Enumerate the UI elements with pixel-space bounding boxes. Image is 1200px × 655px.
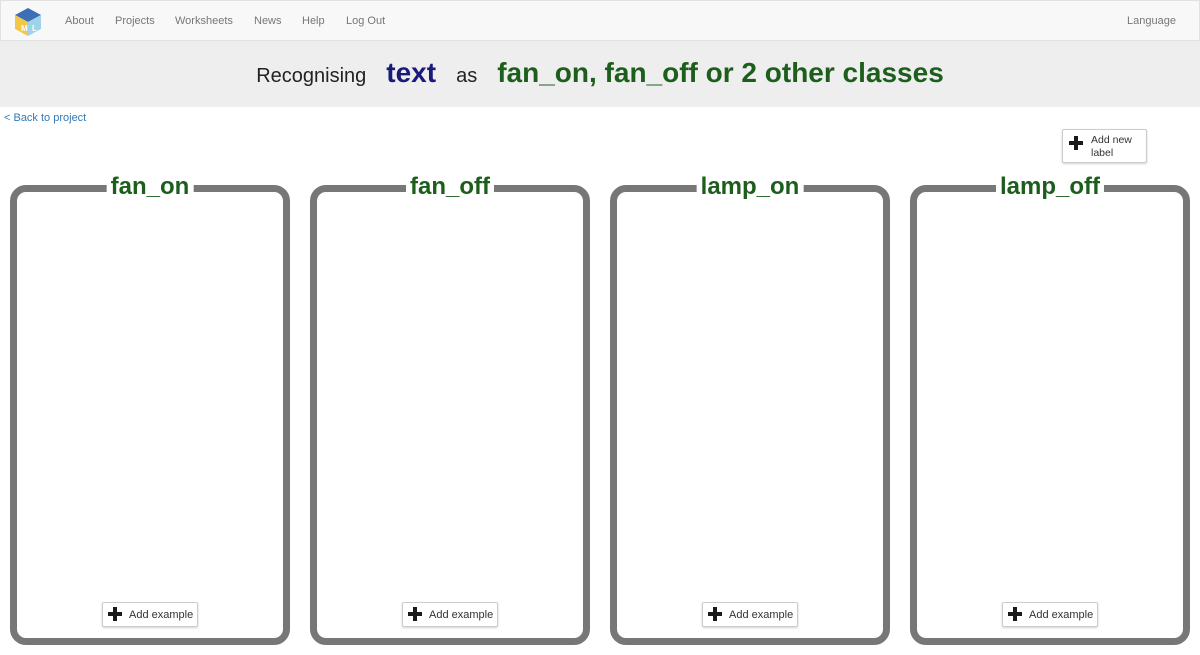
banner-as-text: as	[456, 65, 478, 87]
add-example-button[interactable]: Add example	[402, 602, 498, 627]
project-title-banner: Recognising text as fan_on, fan_off or 2…	[0, 41, 1200, 107]
add-example-button[interactable]: Add example	[1002, 602, 1098, 627]
nav-projects-link[interactable]: Projects	[115, 15, 155, 27]
add-example-text: Add example	[429, 609, 494, 621]
add-example-text: Add example	[1029, 609, 1094, 621]
back-to-project-link[interactable]: < Back to project	[4, 112, 86, 124]
label-bucket-lamp-off: lamp_off Add example	[910, 173, 1190, 645]
bucket-title: fan_on	[106, 173, 194, 201]
nav-worksheets-link[interactable]: Worksheets	[175, 15, 233, 27]
svg-text:L: L	[32, 24, 37, 33]
banner-project-type: text	[386, 57, 437, 88]
add-new-label-text: Add new label	[1091, 134, 1132, 159]
add-example-button[interactable]: Add example	[702, 602, 798, 627]
banner-heading: Recognising text as fan_on, fan_off or 2…	[0, 57, 1200, 89]
nav-logout-link[interactable]: Log Out	[346, 15, 385, 27]
banner-recognising-text: Recognising	[256, 65, 367, 87]
add-example-button[interactable]: Add example	[102, 602, 198, 627]
bucket-title: lamp_on	[696, 173, 804, 201]
plus-icon	[1008, 607, 1022, 621]
top-navbar: M L About Projects Worksheets News Help …	[0, 0, 1200, 41]
label-bucket-fan-on: fan_on Add example	[10, 173, 290, 645]
label-bucket-fan-off: fan_off Add example	[310, 173, 590, 645]
ml-cube-logo-icon[interactable]: M L	[13, 6, 43, 38]
nav-about-link[interactable]: About	[65, 15, 94, 27]
plus-icon	[708, 607, 722, 621]
language-menu[interactable]: Language	[1127, 15, 1176, 27]
add-example-text: Add example	[129, 609, 194, 621]
plus-icon	[1069, 136, 1083, 150]
add-example-text: Add example	[729, 609, 794, 621]
bucket-title: lamp_off	[995, 173, 1105, 201]
add-new-label-button[interactable]: Add new label	[1062, 129, 1147, 163]
svg-text:M: M	[21, 24, 28, 33]
bucket-title: fan_off	[406, 173, 494, 201]
plus-icon	[108, 607, 122, 621]
plus-icon	[408, 607, 422, 621]
nav-news-link[interactable]: News	[254, 15, 282, 27]
nav-help-link[interactable]: Help	[302, 15, 325, 27]
banner-classes-summary: fan_on, fan_off or 2 other classes	[497, 57, 944, 88]
label-bucket-lamp-on: lamp_on Add example	[610, 173, 890, 645]
